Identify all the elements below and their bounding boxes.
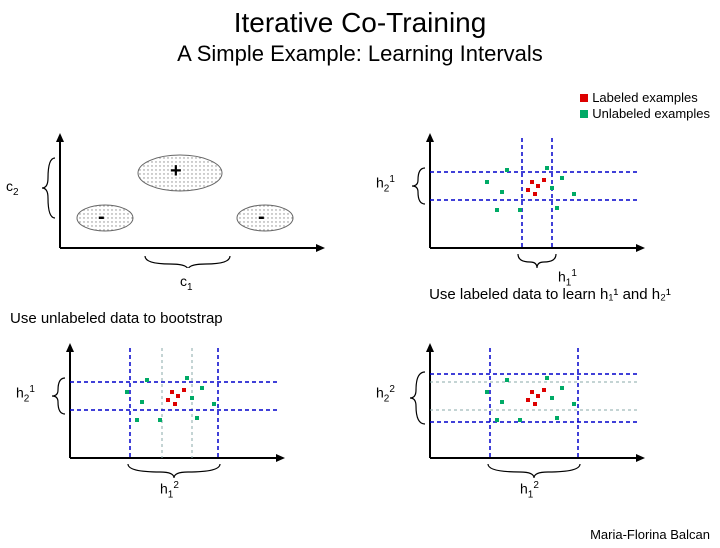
legend-labeled-text: Labeled examples (592, 90, 698, 106)
p2-y-label: h21 (376, 174, 395, 194)
minus-label-right: - (258, 206, 265, 229)
p4-x-label: h12 (520, 480, 539, 500)
p4-y-label: h22 (376, 384, 395, 404)
legend: Labeled examples Unlabeled examples (580, 90, 710, 123)
square-icon (580, 94, 588, 102)
p3-y-label: h21 (16, 384, 35, 404)
square-icon (580, 110, 588, 118)
legend-unlabeled-text: Unlabeled examples (592, 106, 710, 122)
page-title: Iterative Co-Training (0, 8, 720, 39)
p1-x-label: c1 (180, 273, 193, 293)
plus-label: + (170, 160, 182, 183)
plot-p2 (400, 128, 650, 268)
legend-unlabeled: Unlabeled examples (580, 106, 710, 122)
plot-p1 (30, 128, 330, 268)
panel-p1: + - - (30, 128, 330, 268)
plot-p4 (400, 338, 650, 478)
legend-labeled: Labeled examples (580, 90, 710, 106)
p3-x-label: h12 (160, 480, 179, 500)
p1-y-label: c2 (6, 178, 19, 198)
minus-label-left: - (98, 206, 105, 229)
plot-p3 (40, 338, 290, 478)
caption-right-top: Use labeled data to learn h₁¹ and h₂¹ (400, 286, 700, 303)
panel-p2 (400, 128, 650, 268)
panel-p3 (40, 338, 290, 478)
panel-p4 (400, 338, 650, 478)
page-subtitle: A Simple Example: Learning Intervals (0, 41, 720, 67)
caption-left-mid: Use unlabeled data to bootstrap (10, 310, 270, 327)
